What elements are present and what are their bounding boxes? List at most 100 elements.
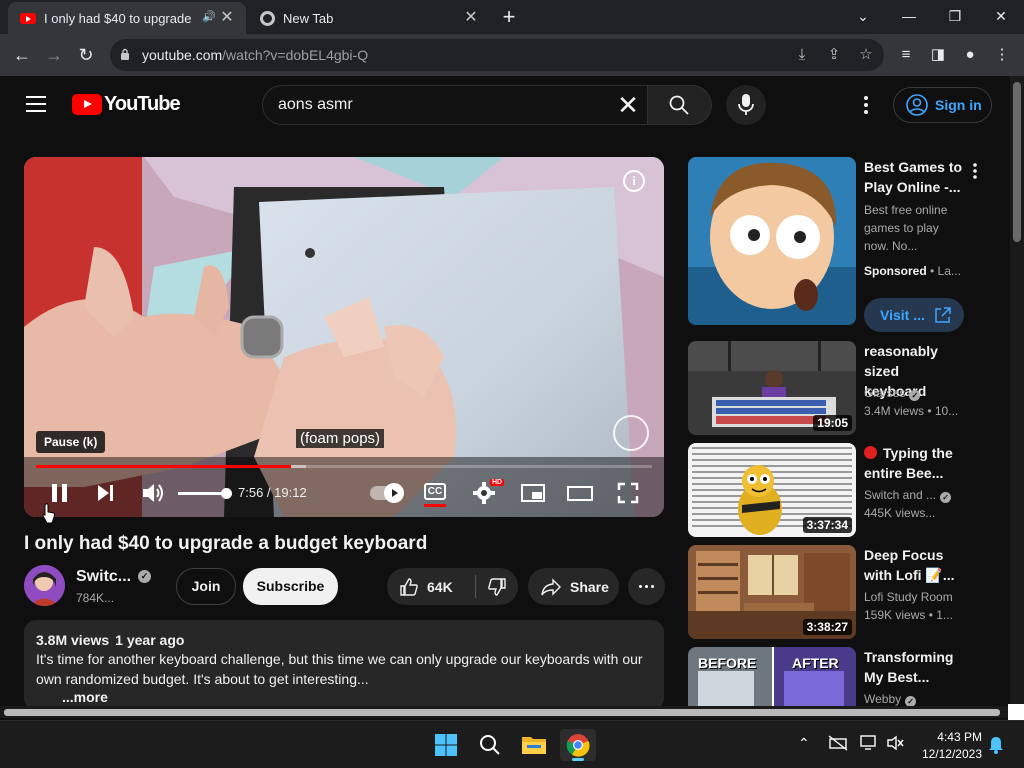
scroll-thumb[interactable] xyxy=(1013,82,1021,242)
video-meta: 445K views... xyxy=(864,506,936,520)
miniplayer-button[interactable] xyxy=(520,479,546,507)
more-actions-button[interactable] xyxy=(628,568,665,605)
volume-handle[interactable] xyxy=(221,488,232,499)
share-button[interactable]: Share xyxy=(528,568,619,605)
channel-avatar[interactable] xyxy=(24,565,65,606)
fullscreen-button[interactable] xyxy=(616,479,640,507)
autoplay-knob xyxy=(384,483,404,503)
chrome-taskbar-button[interactable] xyxy=(560,729,596,761)
progress-played xyxy=(36,465,292,468)
taskbar-search-button[interactable] xyxy=(472,729,508,761)
verified-badge-icon: ✓ xyxy=(905,696,917,706)
like-count: 64K xyxy=(427,578,453,595)
guide-menu-icon[interactable] xyxy=(26,96,46,112)
subscriber-count: 784K... xyxy=(76,591,115,605)
url-text: youtube.com/watch?v=dobEL4gbi-Q xyxy=(142,47,369,63)
settings-menu-icon[interactable] xyxy=(856,93,876,117)
video-title-link[interactable]: Deep Focus with Lofi 📝... xyxy=(864,545,964,585)
search-input[interactable]: aons asmr ✕ xyxy=(262,85,648,125)
start-button[interactable] xyxy=(428,729,464,761)
video-channel[interactable]: Glarses ✓ xyxy=(864,386,921,401)
show-hidden-icons-icon[interactable]: ⌃ xyxy=(798,735,810,752)
video-channel[interactable]: Lofi Study Room xyxy=(864,590,953,604)
theater-mode-button[interactable] xyxy=(566,479,594,507)
minimize-button[interactable]: — xyxy=(896,4,922,28)
tab-youtube[interactable]: I only had $40 to upgrade a 🔊 ✕ xyxy=(8,2,246,34)
subtitles-button[interactable]: CC xyxy=(424,483,446,500)
like-button[interactable]: 64K xyxy=(387,568,475,605)
subscribe-button[interactable]: Subscribe xyxy=(243,568,338,605)
reload-button[interactable]: ↻ xyxy=(74,43,98,67)
back-button[interactable]: ← xyxy=(10,43,34,67)
media-control-icon[interactable]: ≡ xyxy=(896,45,916,65)
dislike-button[interactable] xyxy=(476,568,518,605)
volume-slider[interactable] xyxy=(178,488,232,499)
verified-badge-icon: ✓ xyxy=(909,390,921,401)
new-tab-button[interactable]: + xyxy=(498,6,520,28)
sidebar-video[interactable]: 3:38:27 Deep Focus with Lofi 📝... Lofi S… xyxy=(688,545,978,639)
show-more-link[interactable]: ...more xyxy=(62,689,652,705)
sidebar-video[interactable]: 3:37:34 Typing the entire Bee... Switch … xyxy=(688,443,978,537)
tab-new-tab[interactable]: New Tab ✕ xyxy=(248,2,490,34)
video-thumbnail[interactable]: 3:37:34 xyxy=(688,443,856,537)
side-panel-icon[interactable]: ◨ xyxy=(928,45,948,65)
audio-playing-icon[interactable]: 🔊 xyxy=(202,10,216,23)
search-button[interactable] xyxy=(648,85,712,125)
info-icon[interactable]: i xyxy=(623,170,645,192)
sidebar-video[interactable]: BEFORE AFTER Transforming My Best... Web… xyxy=(688,647,978,706)
clock-date[interactable]: 12/12/2023 xyxy=(916,747,982,761)
display-icon[interactable] xyxy=(860,735,878,751)
scroll-thumb[interactable] xyxy=(4,709,1000,716)
close-window-button[interactable]: ✕ xyxy=(988,4,1014,28)
restore-button[interactable]: ❐ xyxy=(942,4,968,28)
video-channel[interactable]: Switch and ... ✓ xyxy=(864,488,952,503)
install-app-icon[interactable]: ⤓ xyxy=(792,45,812,65)
progress-bar[interactable] xyxy=(36,465,652,468)
voice-search-button[interactable] xyxy=(726,85,766,125)
video-thumbnail[interactable]: 3:38:27 xyxy=(688,545,856,639)
forward-button[interactable]: → xyxy=(42,43,66,67)
close-tab-icon[interactable]: ✕ xyxy=(462,9,480,27)
channel-watermark-icon[interactable] xyxy=(613,415,649,451)
ad-thumbnail[interactable] xyxy=(688,157,856,325)
volume-muted-icon[interactable] xyxy=(886,735,904,751)
clock-time[interactable]: 4:43 PM xyxy=(930,730,982,744)
microphone-icon xyxy=(738,94,754,115)
account-icon xyxy=(906,94,928,116)
clear-search-icon[interactable]: ✕ xyxy=(615,92,641,118)
video-thumbnail[interactable]: BEFORE AFTER xyxy=(688,647,856,706)
windows-taskbar: ⌃ 4:43 PM 12/12/2023 xyxy=(0,720,1024,768)
youtube-logo[interactable]: YouTube xyxy=(72,93,181,116)
sidebar-video[interactable]: 19:05 reasonably sized keyboard Glarses ✓… xyxy=(688,341,978,435)
sidebar-ad[interactable]: Best Games to Play Online -... Best free… xyxy=(688,157,988,335)
address-bar[interactable]: youtube.com/watch?v=dobEL4gbi-Q ⤓ ⇪ ☆ xyxy=(110,39,884,71)
ad-title[interactable]: Best Games to Play Online -... xyxy=(864,157,964,197)
browser-menu-icon[interactable]: ⋮ xyxy=(992,45,1012,65)
horizontal-scrollbar[interactable] xyxy=(0,706,1010,718)
description-box[interactable]: 3.8M views 1 year ago It's time for anoth… xyxy=(24,620,664,710)
next-button[interactable] xyxy=(94,479,118,507)
vertical-scrollbar[interactable] xyxy=(1010,76,1024,706)
video-channel[interactable]: Webby ✓ xyxy=(864,692,917,706)
thumbnail-after-text: AFTER xyxy=(792,655,839,671)
profile-icon[interactable]: ● xyxy=(960,45,980,65)
video-thumbnail[interactable]: 19:05 xyxy=(688,341,856,435)
sign-in-button[interactable]: Sign in xyxy=(893,87,992,123)
autoplay-toggle[interactable] xyxy=(370,483,404,503)
ad-menu-icon[interactable] xyxy=(970,161,980,181)
video-title-link[interactable]: Typing the entire Bee... xyxy=(864,443,964,483)
join-button[interactable]: Join xyxy=(176,568,236,605)
share-page-icon[interactable]: ⇪ xyxy=(824,45,844,65)
network-off-icon[interactable] xyxy=(828,735,848,751)
file-explorer-button[interactable] xyxy=(516,729,552,761)
video-title-link[interactable]: Transforming My Best... xyxy=(864,647,964,687)
bookmark-star-icon[interactable]: ☆ xyxy=(856,45,876,65)
mute-button[interactable] xyxy=(140,479,166,507)
notification-bell-icon[interactable] xyxy=(988,736,1004,754)
video-player[interactable]: i Pause (k) (foam pops) 7:56 / 19:12 CC … xyxy=(24,157,664,517)
visit-site-button[interactable]: Visit ... xyxy=(864,298,964,332)
close-tab-icon[interactable]: ✕ xyxy=(218,9,236,27)
channel-name[interactable]: Switc... xyxy=(76,568,131,586)
tab-search-icon[interactable]: ⌄ xyxy=(850,4,876,28)
verified-badge-icon: ✓ xyxy=(940,492,952,503)
